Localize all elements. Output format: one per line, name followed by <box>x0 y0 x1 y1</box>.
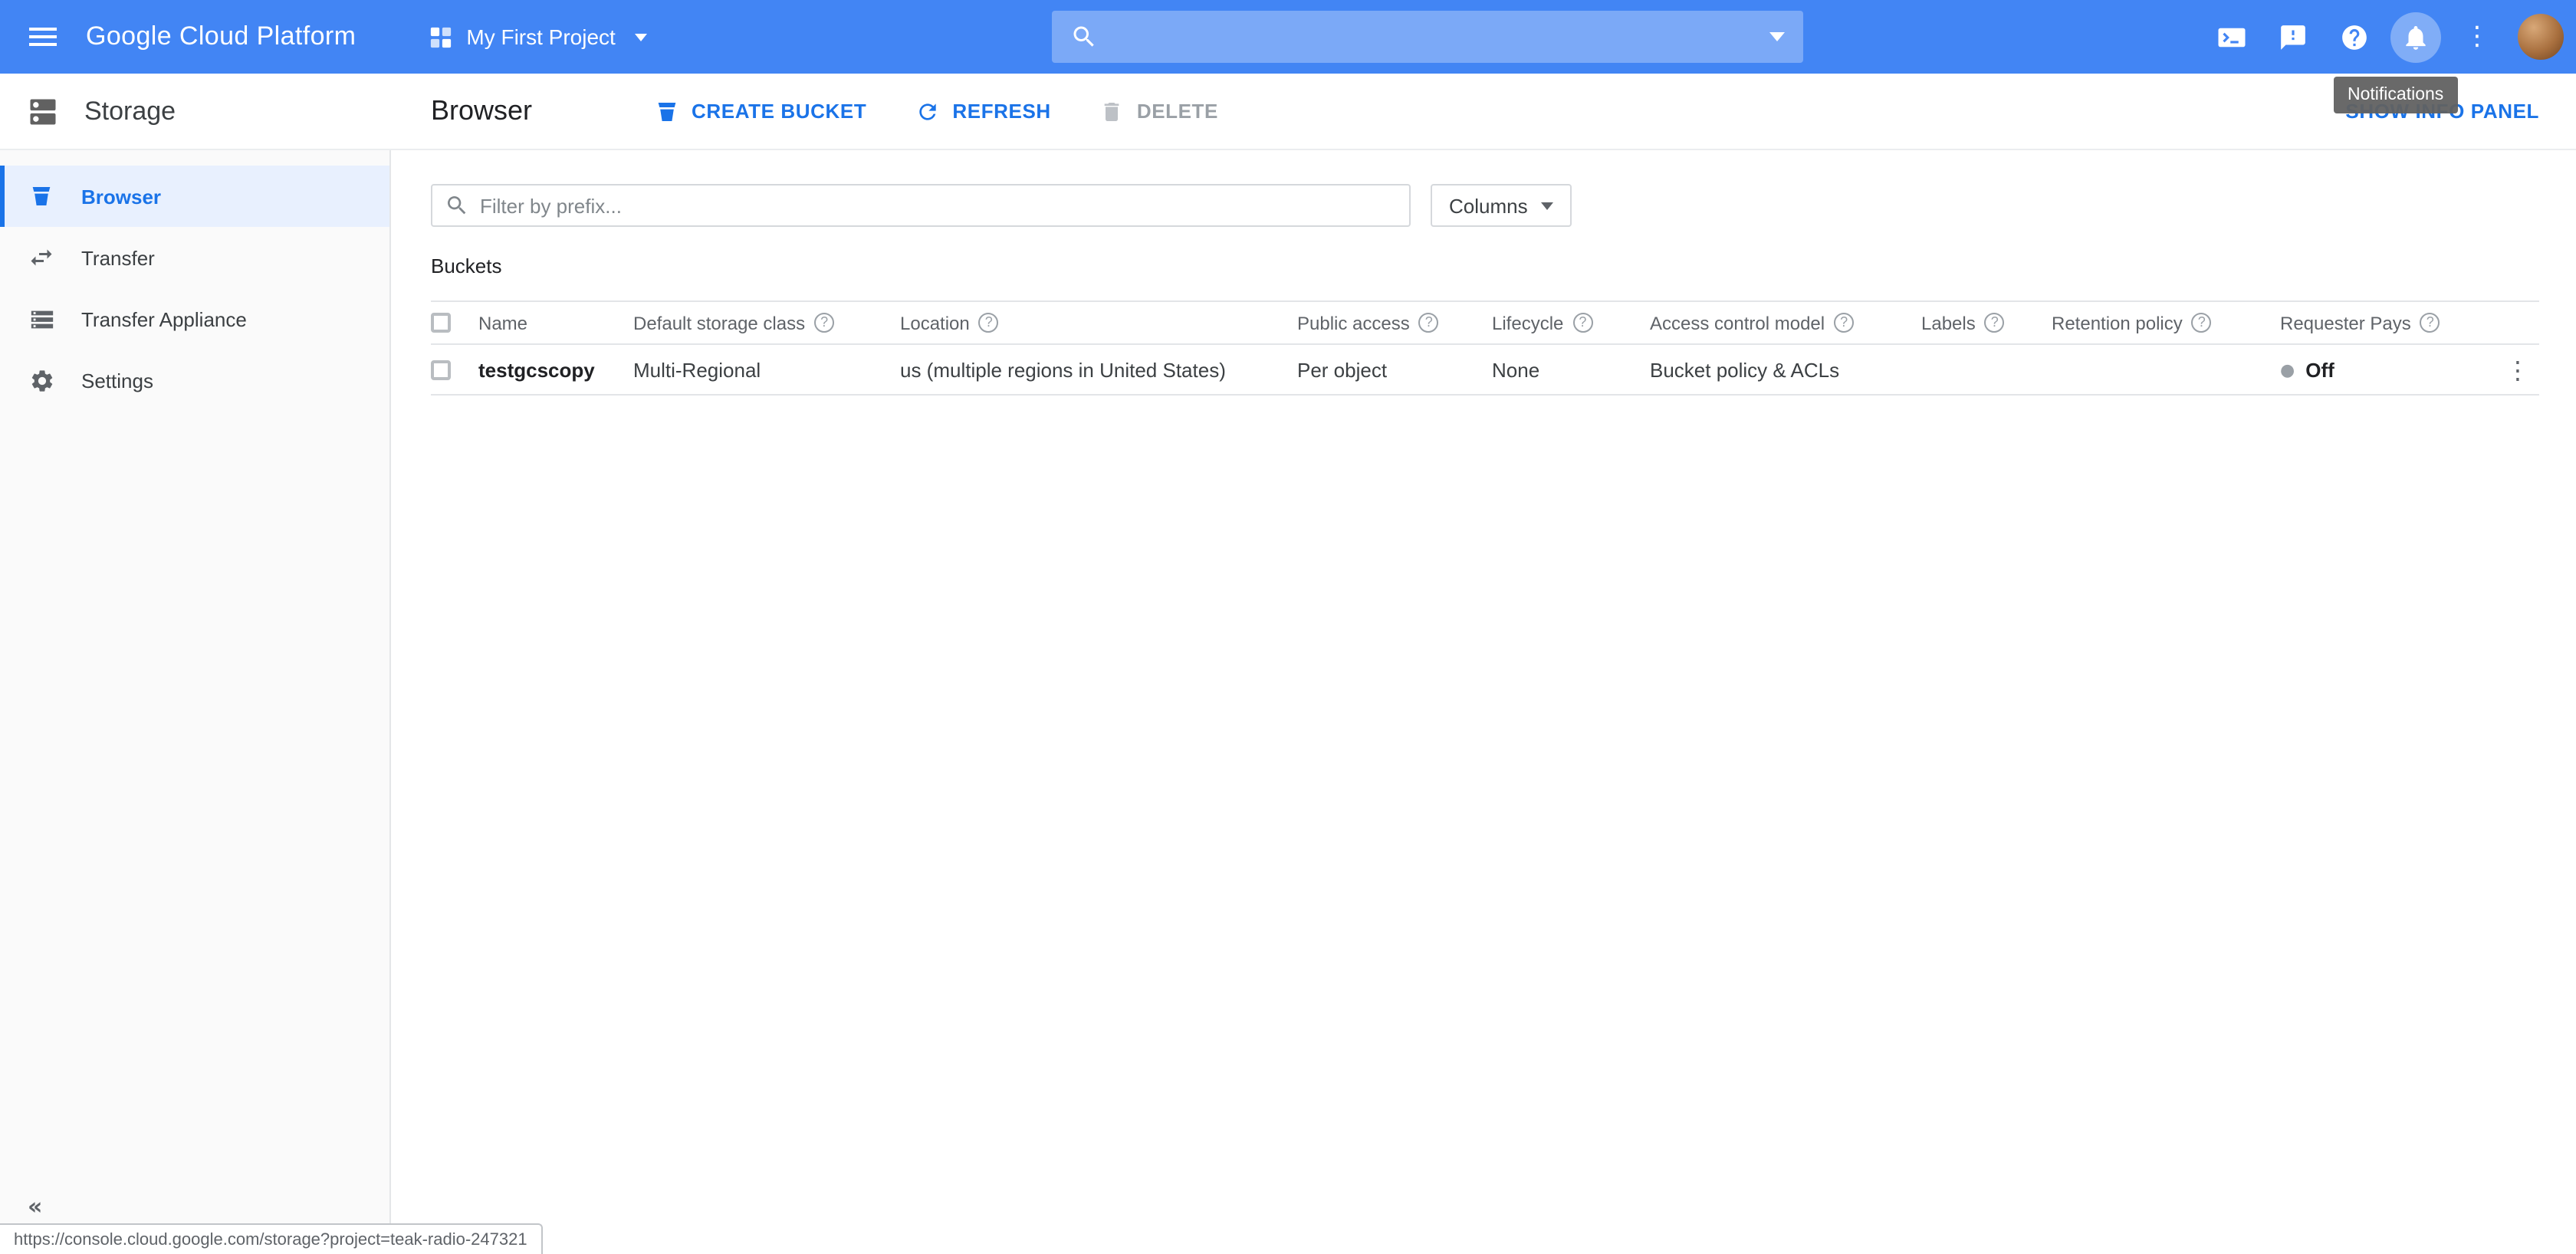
gcp-console: Google Cloud Platform My First Project <box>0 0 2576 1254</box>
columns-dropdown[interactable]: Columns <box>1431 184 1572 227</box>
filter-input[interactable] <box>480 194 1397 217</box>
delete-button[interactable]: DELETE <box>1100 99 1218 123</box>
sidebar-item-settings[interactable]: Settings <box>0 350 389 411</box>
help-icon[interactable]: ? <box>814 313 834 333</box>
bucket-row: testgcscopy Multi-Regional us (multiple … <box>431 345 2539 396</box>
sidebar-item-label: Settings <box>81 369 153 392</box>
main-content: Columns Buckets Name Default storage cla… <box>391 150 2576 1254</box>
column-header-retention-policy: Retention policy <box>2052 312 2183 333</box>
search-dropdown-icon[interactable] <box>1769 32 1785 41</box>
sidebar: Browser Transfer Transfer Appliance <box>0 150 391 1254</box>
help-icon[interactable]: ? <box>1572 313 1592 333</box>
sidebar-item-label: Transfer Appliance <box>81 307 247 330</box>
row-actions-kebab-icon[interactable]: ⋮ <box>2496 355 2539 384</box>
cell-requester-pays: ● Off <box>2280 358 2475 381</box>
project-selector[interactable]: My First Project <box>429 25 647 49</box>
sidebar-item-label: Browser <box>81 185 161 208</box>
notifications-bell-icon[interactable] <box>2387 8 2444 65</box>
refresh-button[interactable]: REFRESH <box>915 99 1050 123</box>
column-header-requester-pays: Requester Pays <box>2280 312 2411 333</box>
refresh-icon <box>915 99 940 123</box>
chevron-down-icon <box>636 33 648 41</box>
global-search[interactable] <box>1052 11 1803 63</box>
product-title: Storage <box>84 96 176 126</box>
sidebar-item-browser[interactable]: Browser <box>0 166 389 227</box>
buckets-table: Name Default storage class? Location? Pu… <box>431 300 2539 396</box>
row-checkbox[interactable] <box>431 359 451 379</box>
buckets-section-label: Buckets <box>431 254 2576 277</box>
search-input[interactable] <box>1110 25 1757 49</box>
gear-icon <box>26 367 57 393</box>
filter-input-box[interactable] <box>431 184 1411 227</box>
cell-access-control-model: Bucket policy & ACLs <box>1650 358 1921 381</box>
chevron-down-icon <box>1542 202 1554 209</box>
column-header-location: Location <box>900 312 970 333</box>
column-header-name: Name <box>478 312 527 333</box>
trash-icon <box>1100 99 1125 123</box>
sidebar-item-transfer[interactable]: Transfer <box>0 227 389 288</box>
bucket-name-link[interactable]: testgcscopy <box>478 358 595 381</box>
more-options-kebab-icon[interactable]: ⋮ <box>2449 8 2505 65</box>
project-name: My First Project <box>466 25 615 49</box>
hamburger-menu-icon[interactable] <box>0 0 86 74</box>
bucket-icon <box>26 184 57 208</box>
help-icon[interactable]: ? <box>2420 313 2440 333</box>
help-icon[interactable]: ? <box>979 313 999 333</box>
page-toolbar: Browser CREATE BUCKET REFRESH DELETE <box>391 74 2576 149</box>
notifications-tooltip: Notifications <box>2334 77 2457 113</box>
help-icon[interactable]: ? <box>1419 313 1439 333</box>
status-bar-url: https://console.cloud.google.com/storage… <box>0 1223 543 1254</box>
status-dot-icon: ● <box>2280 359 2295 379</box>
table-header-row: Name Default storage class? Location? Pu… <box>431 300 2539 345</box>
bucket-icon <box>655 99 679 123</box>
cell-public-access: Per object <box>1297 358 1492 381</box>
header-strip: Storage Browser CREATE BUCKET REFRESH <box>0 74 2576 150</box>
feedback-icon[interactable] <box>2265 8 2321 65</box>
help-icon[interactable]: ? <box>2192 313 2212 333</box>
select-all-checkbox[interactable] <box>431 313 451 333</box>
sidebar-item-label: Transfer <box>81 246 155 269</box>
help-icon[interactable] <box>2326 8 2383 65</box>
product-header: Storage <box>0 74 391 149</box>
collapse-sidebar-icon[interactable]: « <box>28 1193 42 1220</box>
user-avatar[interactable] <box>2518 14 2564 60</box>
column-header-storage-class: Default storage class <box>633 312 805 333</box>
search-icon <box>1070 23 1098 51</box>
appliance-icon <box>26 306 57 332</box>
storage-product-icon <box>26 94 60 128</box>
column-header-labels: Labels <box>1921 312 1976 333</box>
column-header-access-control: Access control model <box>1650 312 1825 333</box>
brand-logo: Google Cloud Platform <box>86 21 356 52</box>
cell-lifecycle: None <box>1492 358 1650 381</box>
swap-arrows-icon <box>26 244 57 271</box>
requester-pays-value: Off <box>2305 358 2334 381</box>
topbar-actions: ⋮ <box>2203 0 2564 74</box>
cloud-shell-icon[interactable] <box>2203 8 2260 65</box>
project-icon <box>429 25 452 48</box>
column-header-public-access: Public access <box>1297 312 1410 333</box>
top-app-bar: Google Cloud Platform My First Project <box>0 0 2576 74</box>
sidebar-nav: Browser Transfer Transfer Appliance <box>0 150 389 411</box>
sidebar-item-transfer-appliance[interactable]: Transfer Appliance <box>0 288 389 350</box>
help-icon[interactable]: ? <box>1985 313 2005 333</box>
search-icon <box>445 193 469 218</box>
help-icon[interactable]: ? <box>1834 313 1854 333</box>
create-bucket-button[interactable]: CREATE BUCKET <box>655 99 866 123</box>
column-header-lifecycle: Lifecycle <box>1492 312 1563 333</box>
page-title: Browser <box>431 95 532 127</box>
cell-default-storage-class: Multi-Regional <box>633 358 900 381</box>
filter-row: Columns <box>431 184 2539 227</box>
cell-location: us (multiple regions in United States) <box>900 358 1297 381</box>
